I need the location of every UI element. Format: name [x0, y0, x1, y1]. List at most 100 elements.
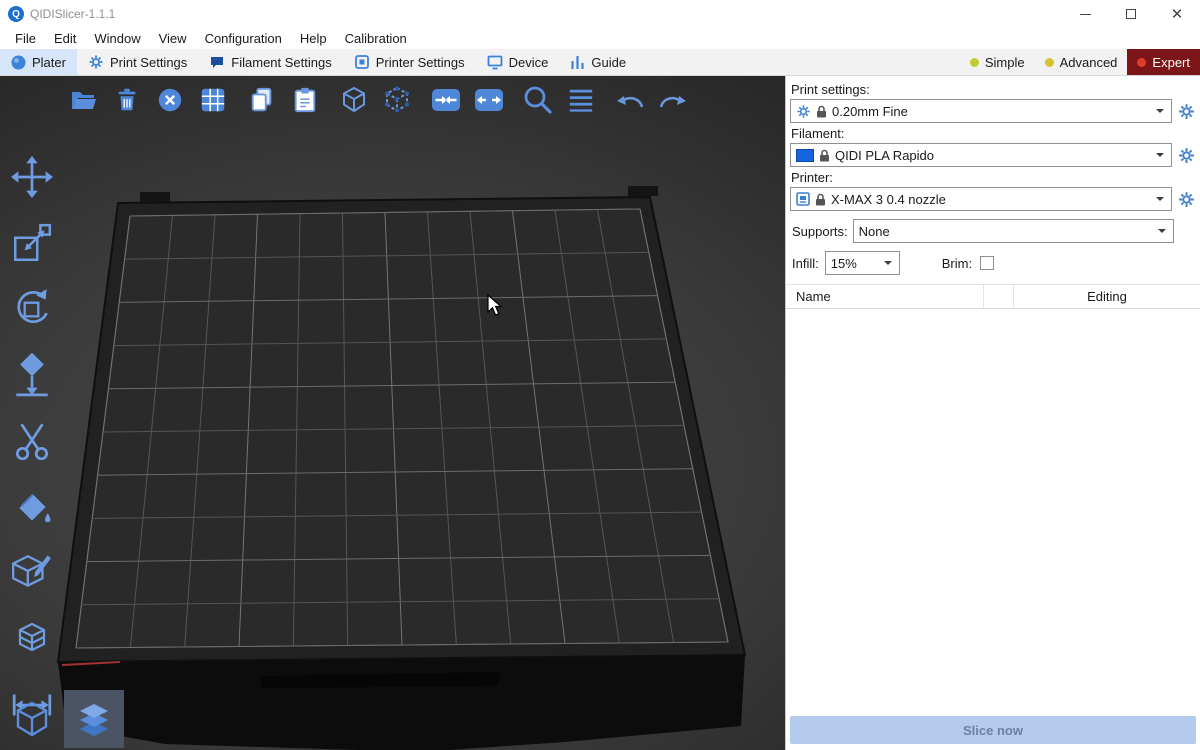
print-settings-label: Print settings: — [791, 82, 1200, 97]
mode-simple[interactable]: Simple — [960, 49, 1035, 75]
print-settings-combo[interactable]: 0.20mm Fine — [790, 99, 1172, 123]
app-logo-icon: Q — [8, 6, 24, 22]
minimize-button[interactable] — [1062, 0, 1108, 28]
printer-combo[interactable]: X-MAX 3 0.4 nozzle — [790, 187, 1172, 211]
undo-arrow-icon — [614, 87, 646, 113]
menu-edit[interactable]: Edit — [45, 31, 85, 46]
print-settings-gear-button[interactable] — [1177, 100, 1196, 122]
menu-file[interactable]: File — [6, 31, 45, 46]
delete-all-button[interactable] — [152, 82, 188, 118]
editor-view-button[interactable] — [2, 690, 62, 748]
printer-settings-icon — [354, 54, 370, 70]
name-column-header[interactable]: Name — [786, 285, 984, 308]
close-button[interactable]: ✕ — [1154, 0, 1200, 28]
object-list[interactable] — [786, 309, 1200, 716]
undo-button[interactable] — [612, 82, 648, 118]
menu-calibration[interactable]: Calibration — [336, 31, 416, 46]
redo-arrow-icon — [657, 87, 689, 113]
advanced-mode-dot-icon — [1045, 58, 1054, 67]
paste-button[interactable] — [287, 82, 323, 118]
tab-print-settings[interactable]: Print Settings — [77, 49, 198, 75]
filament-settings-icon — [209, 55, 225, 70]
search-button[interactable] — [520, 82, 556, 118]
window-title: QIDISlicer-1.1.1 — [30, 7, 115, 21]
merge-objects-button[interactable] — [428, 82, 464, 118]
chevron-down-icon — [1158, 229, 1166, 237]
cut-tool-button[interactable] — [5, 416, 59, 466]
layers-lines-icon — [567, 86, 595, 114]
gear-icon — [1178, 191, 1195, 208]
paint-bucket-icon — [10, 485, 54, 529]
tab-guide[interactable]: Guide — [559, 49, 637, 75]
scale-tool-button[interactable] — [5, 218, 59, 268]
split-objects-cube-icon — [339, 85, 369, 115]
extruder-column-header[interactable] — [984, 285, 1014, 308]
mode-advanced[interactable]: Advanced — [1035, 49, 1128, 75]
menu-bar: File Edit Window View Configuration Help… — [0, 28, 1200, 49]
mode-expert[interactable]: Expert — [1127, 49, 1200, 75]
printer-gear-button[interactable] — [1177, 188, 1196, 210]
menu-window[interactable]: Window — [85, 31, 149, 46]
brim-label: Brim: — [942, 256, 972, 271]
move-tool-button[interactable] — [5, 152, 59, 202]
print-settings-icon — [88, 54, 104, 70]
edit-text-tool-button[interactable] — [5, 548, 59, 598]
infill-label: Infill: — [792, 256, 819, 271]
menu-view[interactable]: View — [150, 31, 196, 46]
delete-button[interactable] — [109, 82, 145, 118]
arrange-button[interactable] — [195, 82, 231, 118]
filament-label: Filament: — [791, 126, 1200, 141]
top-toolbar — [66, 82, 704, 118]
split-to-objects-button[interactable] — [336, 82, 372, 118]
chevron-down-icon — [1156, 153, 1164, 161]
window-controls: ✕ — [1062, 0, 1200, 28]
tab-filament-settings[interactable]: Filament Settings — [198, 49, 342, 75]
tab-printer-settings[interactable]: Printer Settings — [343, 49, 476, 75]
filament-color-swatch — [796, 149, 814, 162]
move-icon — [10, 155, 54, 199]
slice-now-button[interactable]: Slice now — [790, 716, 1196, 744]
tab-plater[interactable]: Plater — [0, 49, 77, 75]
minimize-icon — [1080, 14, 1091, 15]
height-range-tool-button[interactable] — [5, 614, 59, 664]
tab-printer-settings-label: Printer Settings — [376, 55, 465, 70]
split-parts-cube-icon — [382, 85, 412, 115]
scissors-icon — [10, 419, 54, 463]
filament-gear-button[interactable] — [1177, 144, 1196, 166]
infill-combo[interactable]: 15% — [825, 251, 900, 275]
tab-plater-label: Plater — [32, 55, 66, 70]
split-apart-button[interactable] — [471, 82, 507, 118]
menu-help[interactable]: Help — [291, 31, 336, 46]
chevron-down-icon — [1156, 197, 1164, 205]
device-icon — [487, 54, 503, 70]
split-to-parts-button[interactable] — [379, 82, 415, 118]
brim-checkbox[interactable] — [980, 256, 994, 270]
arrows-inward-box-icon — [430, 85, 462, 115]
viewport-3d[interactable] — [0, 76, 785, 750]
mode-advanced-label: Advanced — [1060, 55, 1118, 70]
chevron-down-icon — [1156, 109, 1164, 117]
filament-combo[interactable]: QIDI PLA Rapido — [790, 143, 1172, 167]
object-list-header: Name Editing — [786, 284, 1200, 309]
preview-layers-icon — [72, 697, 116, 741]
tab-device[interactable]: Device — [476, 49, 560, 75]
copy-button[interactable] — [244, 82, 280, 118]
open-button[interactable] — [66, 82, 102, 118]
tab-guide-label: Guide — [591, 55, 626, 70]
place-on-face-tool-button[interactable] — [5, 350, 59, 400]
print-bed — [0, 76, 785, 750]
supports-combo[interactable]: None — [853, 219, 1174, 243]
mode-simple-label: Simple — [985, 55, 1025, 70]
paint-supports-tool-button[interactable] — [5, 482, 59, 532]
rotate-tool-button[interactable] — [5, 284, 59, 334]
variable-layer-height-button[interactable] — [563, 82, 599, 118]
redo-button[interactable] — [655, 82, 691, 118]
main-content: Print settings: 0.20mm Fine Filament: QI… — [0, 76, 1200, 750]
preview-view-button[interactable] — [64, 690, 124, 748]
tab-spacer — [637, 49, 960, 75]
menu-configuration[interactable]: Configuration — [196, 31, 291, 46]
copy-icon — [248, 86, 276, 114]
plater-icon — [11, 55, 26, 70]
maximize-button[interactable] — [1108, 0, 1154, 28]
editing-column-header[interactable]: Editing — [1014, 285, 1200, 308]
